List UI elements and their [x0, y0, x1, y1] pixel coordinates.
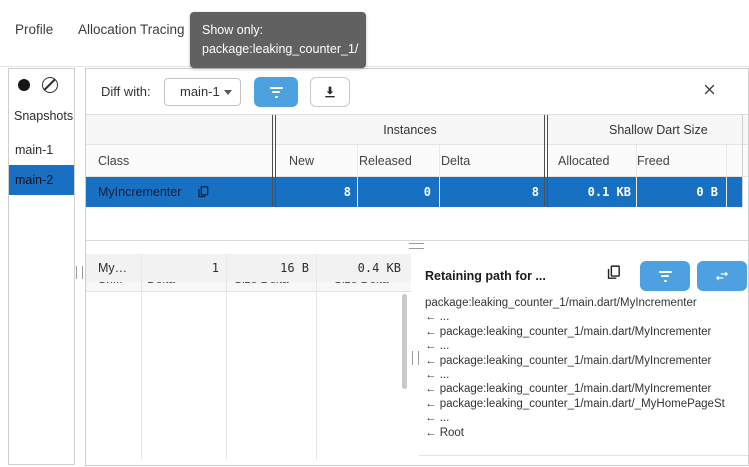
- cell-class-name: My…: [98, 254, 127, 282]
- column-header-freed[interactable]: Freed: [637, 145, 670, 177]
- retaining-path-title: Retaining path for ...: [425, 269, 546, 283]
- snapshots-title: Snapshots: [14, 109, 73, 123]
- cell-retained-size-delta: 0.4 KB: [316, 254, 401, 282]
- diff-with-label: Diff with:: [101, 84, 151, 99]
- devtools-memory-window: Profile Allocation Tracing Show only: pa…: [0, 0, 749, 467]
- filter-icon: [659, 271, 672, 282]
- class-row-selected[interactable]: MyIncrementer 8 0 8 0.1 KB 0 B: [86, 177, 742, 207]
- clear-all-icon[interactable]: [42, 77, 58, 93]
- column-divider: [226, 254, 227, 460]
- column-divider: [439, 145, 440, 207]
- tab-bar: Profile Allocation Tracing: [0, 0, 749, 67]
- retaining-path-list: package:leaking_counter_1/main.dart/MyIn…: [425, 296, 747, 440]
- tooltip-line-2: package:leaking_counter_1/: [202, 40, 354, 59]
- retaining-path-line: ← Root: [425, 426, 747, 440]
- cell-released: 0: [357, 177, 431, 207]
- download-icon: [322, 84, 338, 100]
- column-header-allocated[interactable]: Allocated: [558, 145, 609, 177]
- show-only-tooltip: Show only: package:leaking_counter_1/: [190, 12, 366, 68]
- snapshot-list-item[interactable]: main-2: [9, 165, 74, 195]
- cell-instance-delta: 1: [141, 254, 219, 282]
- column-divider: [141, 254, 142, 460]
- column-divider: [316, 254, 317, 460]
- cell-new: 8: [274, 177, 351, 207]
- group-header-shallow-dart-size: Shallow Dart Size: [609, 115, 708, 145]
- filter-path-button[interactable]: [640, 261, 690, 291]
- column-header-delta[interactable]: Delta: [441, 145, 470, 177]
- sidebar-splitter-handle[interactable]: [76, 266, 83, 279]
- bottom-split-area: Sh... Instance Delta Shallow Size Delta …: [86, 254, 748, 465]
- tab-allocation-tracing[interactable]: Allocation Tracing: [78, 22, 185, 37]
- retaining-path-line: ← ...: [425, 339, 747, 353]
- close-icon: [702, 82, 717, 97]
- cell-delta: 8: [439, 177, 539, 207]
- retaining-path-panel: Retaining path for ... package:leaking_c…: [419, 254, 748, 456]
- bottom-splitter-handle[interactable]: [412, 351, 419, 365]
- diff-with-dropdown[interactable]: main-1: [164, 78, 241, 106]
- cell-freed: 0 B: [636, 177, 718, 207]
- column-header-class[interactable]: Class: [98, 145, 129, 177]
- group-separator: [544, 115, 548, 207]
- swap-horizontal-icon: [714, 268, 730, 284]
- retaining-path-line: ← package:leaking_counter_1/main.dart/My…: [425, 325, 747, 339]
- column-header-released[interactable]: Released: [359, 145, 412, 177]
- group-separator: [272, 115, 276, 207]
- table-right-edge: [742, 115, 743, 207]
- table-header-row: Class New Released Delta Allocated Freed: [86, 145, 748, 177]
- tab-profile[interactable]: Profile: [15, 22, 53, 37]
- vertical-scrollbar[interactable]: [402, 294, 407, 389]
- column-divider: [636, 145, 637, 207]
- retaining-path-line: ← ...: [425, 310, 747, 324]
- class-name: MyIncrementer: [98, 177, 181, 207]
- snapshot-list-item[interactable]: main-1: [9, 135, 74, 165]
- filter-icon: [270, 87, 283, 98]
- caret-down-icon: [224, 90, 232, 95]
- snapshots-sidebar: Snapshots main-1 main-2: [8, 68, 75, 465]
- class-diff-table: Instances Shallow Dart Size Class New Re…: [86, 114, 748, 241]
- invert-path-button[interactable]: [697, 261, 747, 291]
- tooltip-line-1: Show only:: [202, 21, 354, 40]
- table-row[interactable]: My… 1 16 B 0.4 KB: [86, 254, 411, 282]
- take-snapshot-icon[interactable]: [18, 79, 30, 91]
- copy-icon[interactable]: [605, 264, 622, 281]
- column-header-new[interactable]: New: [289, 145, 314, 177]
- filter-button[interactable]: [254, 77, 298, 107]
- group-header-instances: Instances: [274, 115, 546, 145]
- snapshot-list: main-1 main-2: [9, 135, 74, 195]
- retained-size-table: Sh... Instance Delta Shallow Size Delta …: [86, 254, 411, 465]
- cell-allocated: 0.1 KB: [546, 177, 631, 207]
- column-divider: [726, 145, 727, 207]
- retaining-path-line: package:leaking_counter_1/main.dart/MyIn…: [425, 296, 747, 310]
- close-button[interactable]: [702, 82, 722, 102]
- diff-panel: Diff with: main-1 Instances Shallow Dart…: [85, 68, 749, 466]
- diff-with-selected-value: main-1: [180, 84, 220, 99]
- retaining-path-line: ← ...: [425, 411, 747, 425]
- retaining-path-line: ← package:leaking_counter_1/main.dart/My…: [425, 354, 747, 368]
- retaining-path-line: ← package:leaking_counter_1/main.dart/My…: [425, 382, 747, 396]
- column-divider: [357, 145, 358, 207]
- table-group-header: Instances Shallow Dart Size: [86, 115, 748, 145]
- horizontal-splitter-handle[interactable]: [409, 243, 424, 249]
- retaining-path-line: ← ...: [425, 368, 747, 382]
- copy-icon[interactable]: [196, 185, 210, 199]
- cell-shallow-size-delta: 16 B: [226, 254, 309, 282]
- export-button[interactable]: [310, 77, 350, 107]
- retaining-path-line: ← package:leaking_counter_1/main.dart/_M…: [425, 397, 747, 411]
